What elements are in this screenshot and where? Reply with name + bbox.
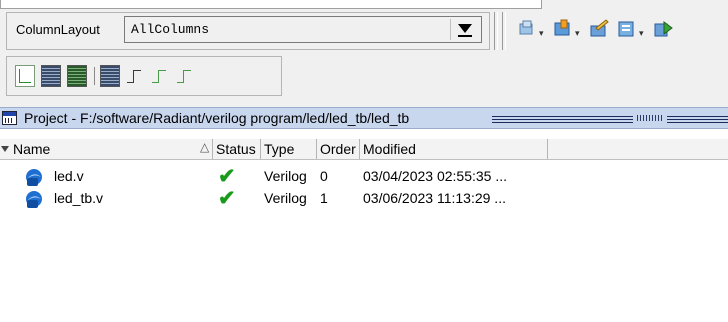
waveform-dark-icon[interactable] xyxy=(100,65,120,87)
status-ok-icon: ✔ xyxy=(218,187,236,210)
file-name: led_tb.v xyxy=(54,190,104,206)
chevron-down-icon[interactable]: ▾ xyxy=(575,28,580,39)
header-menu-icon[interactable] xyxy=(1,146,9,152)
verilog-file-icon xyxy=(24,190,44,208)
file-order: 0 xyxy=(320,168,328,184)
file-modified: 03/04/2023 02:55:35 ... xyxy=(363,168,508,184)
column-layout-value: AllColumns xyxy=(131,22,210,37)
chevron-down-icon[interactable]: ▾ xyxy=(639,28,644,39)
column-header-name[interactable]: Name xyxy=(10,139,213,159)
table-row[interactable]: led_tb.v ✔ Verilog 1 03/06/2023 11:13:29… xyxy=(0,187,728,210)
waveform-green-icon[interactable] xyxy=(67,65,87,87)
verilog-file-icon xyxy=(24,168,44,186)
file-order: 1 xyxy=(320,190,328,206)
waveform-step-light-icon[interactable] xyxy=(175,65,195,87)
column-layout-label: ColumnLayout xyxy=(16,22,100,37)
new-project-icon[interactable] xyxy=(616,18,638,40)
file-type: Verilog xyxy=(264,168,307,184)
title-bar-lines xyxy=(492,114,728,123)
waveform-step-icon[interactable] xyxy=(125,65,145,87)
column-header-modified[interactable]: Modified xyxy=(360,139,548,159)
column-header-order[interactable]: Order xyxy=(317,139,360,159)
drag-grip-icon[interactable] xyxy=(633,111,667,125)
toolbar-separator xyxy=(494,12,498,50)
column-layout-combo[interactable]: AllColumns xyxy=(124,16,482,43)
table-row[interactable]: led.v ✔ Verilog 0 03/04/2023 02:55:35 ..… xyxy=(0,165,728,188)
waveform-line-icon[interactable] xyxy=(15,65,35,87)
waveform-step-green-icon[interactable] xyxy=(150,65,170,87)
file-name: led.v xyxy=(54,168,84,184)
run-icon[interactable] xyxy=(652,18,674,40)
edit-icon[interactable] xyxy=(588,18,610,40)
toolbar-separator xyxy=(502,12,506,50)
status-ok-icon: ✔ xyxy=(218,165,236,188)
file-toolbar: ▾ ▾ ▾ xyxy=(512,16,728,44)
toolbar-separator xyxy=(94,67,95,85)
add-file-icon[interactable] xyxy=(552,18,574,40)
chevron-down-icon xyxy=(458,24,472,33)
file-type: Verilog xyxy=(264,190,307,206)
project-title-bar[interactable]: Project - F:/software/Radiant/verilog pr… xyxy=(0,107,728,129)
dropdown-bar-icon xyxy=(458,35,472,37)
project-title: Project - F:/software/Radiant/verilog pr… xyxy=(24,110,410,126)
waveform-blue-icon[interactable] xyxy=(41,65,61,87)
file-list-header: Name △ Status Type Order Modified xyxy=(0,139,728,160)
top-panel-edge xyxy=(0,0,542,9)
filter-icon[interactable] xyxy=(516,18,538,40)
chevron-down-icon[interactable]: ▾ xyxy=(539,28,544,39)
waveform-toolbar xyxy=(6,56,282,96)
column-header-type[interactable]: Type xyxy=(261,139,317,159)
sort-indicator-icon: △ xyxy=(200,140,210,154)
project-window-icon xyxy=(2,111,17,125)
file-modified: 03/06/2023 11:13:29 ... xyxy=(363,190,506,206)
column-header-status[interactable]: Status xyxy=(213,139,261,159)
combo-dropdown-button[interactable] xyxy=(450,19,479,40)
